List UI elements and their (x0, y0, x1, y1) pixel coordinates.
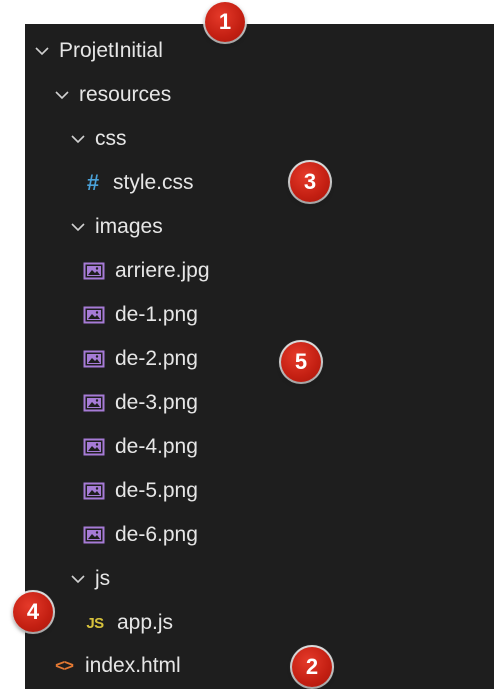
annotation-badge-3: 3 (290, 162, 330, 202)
tree-file-image[interactable]: de-6.png (25, 513, 494, 557)
tree-file-style-css[interactable]: # style.css (25, 161, 494, 205)
tree-folder-resources[interactable]: resources (25, 73, 494, 117)
chevron-down-icon (53, 86, 71, 104)
tree-file-image[interactable]: de-1.png (25, 293, 494, 337)
file-label: de-4.png (115, 435, 198, 458)
folder-label: ProjetInitial (59, 39, 163, 62)
annotation-badge-1: 1 (205, 2, 245, 42)
folder-label: css (95, 127, 127, 150)
chevron-down-icon (69, 218, 87, 236)
tree-file-index-html[interactable]: <> index.html (25, 644, 494, 688)
css-file-icon: # (86, 170, 100, 195)
folder-label: resources (79, 83, 172, 106)
folder-label: js (95, 567, 111, 590)
tree-file-image[interactable]: de-4.png (25, 425, 494, 469)
file-label: index.html (85, 654, 181, 677)
image-file-icon (83, 524, 105, 546)
file-label: de-5.png (115, 479, 198, 502)
file-label: de-2.png (115, 347, 198, 370)
image-file-icon (83, 260, 105, 282)
file-label: app.js (117, 611, 174, 634)
image-file-icon (83, 436, 105, 458)
tree-file-image[interactable]: de-2.png (25, 337, 494, 381)
chevron-down-icon (33, 42, 51, 60)
annotation-badge-4: 4 (13, 592, 53, 632)
chevron-down-icon (69, 130, 87, 148)
file-label: de-3.png (115, 391, 198, 414)
image-file-icon (83, 348, 105, 370)
folder-label: images (95, 215, 163, 238)
image-file-icon (83, 392, 105, 414)
screenshot-stage: ProjetInitial resources css # style.css (0, 0, 494, 689)
image-file-icon (83, 480, 105, 502)
tree-folder-projetinitial[interactable]: ProjetInitial (25, 29, 494, 73)
annotation-badge-5: 5 (281, 342, 321, 382)
file-label: arriere.jpg (115, 259, 210, 282)
tree-file-image[interactable]: de-3.png (25, 381, 494, 425)
js-file-icon: JS (86, 614, 104, 632)
file-label: de-1.png (115, 303, 198, 326)
annotation-badge-2: 2 (292, 647, 332, 687)
file-explorer-tree: ProjetInitial resources css # style.css (25, 24, 494, 689)
tree-folder-js[interactable]: js (25, 557, 494, 601)
chevron-down-icon (69, 570, 87, 588)
tree-file-image[interactable]: arriere.jpg (25, 249, 494, 293)
file-label: de-6.png (115, 523, 198, 546)
image-file-icon (83, 304, 105, 326)
tree-folder-images[interactable]: images (25, 205, 494, 249)
html-file-icon: <> (55, 656, 74, 675)
tree-folder-css[interactable]: css (25, 117, 494, 161)
file-label: style.css (113, 171, 194, 194)
tree-file-app-js[interactable]: JS app.js (25, 601, 494, 645)
tree-file-image[interactable]: de-5.png (25, 469, 494, 513)
